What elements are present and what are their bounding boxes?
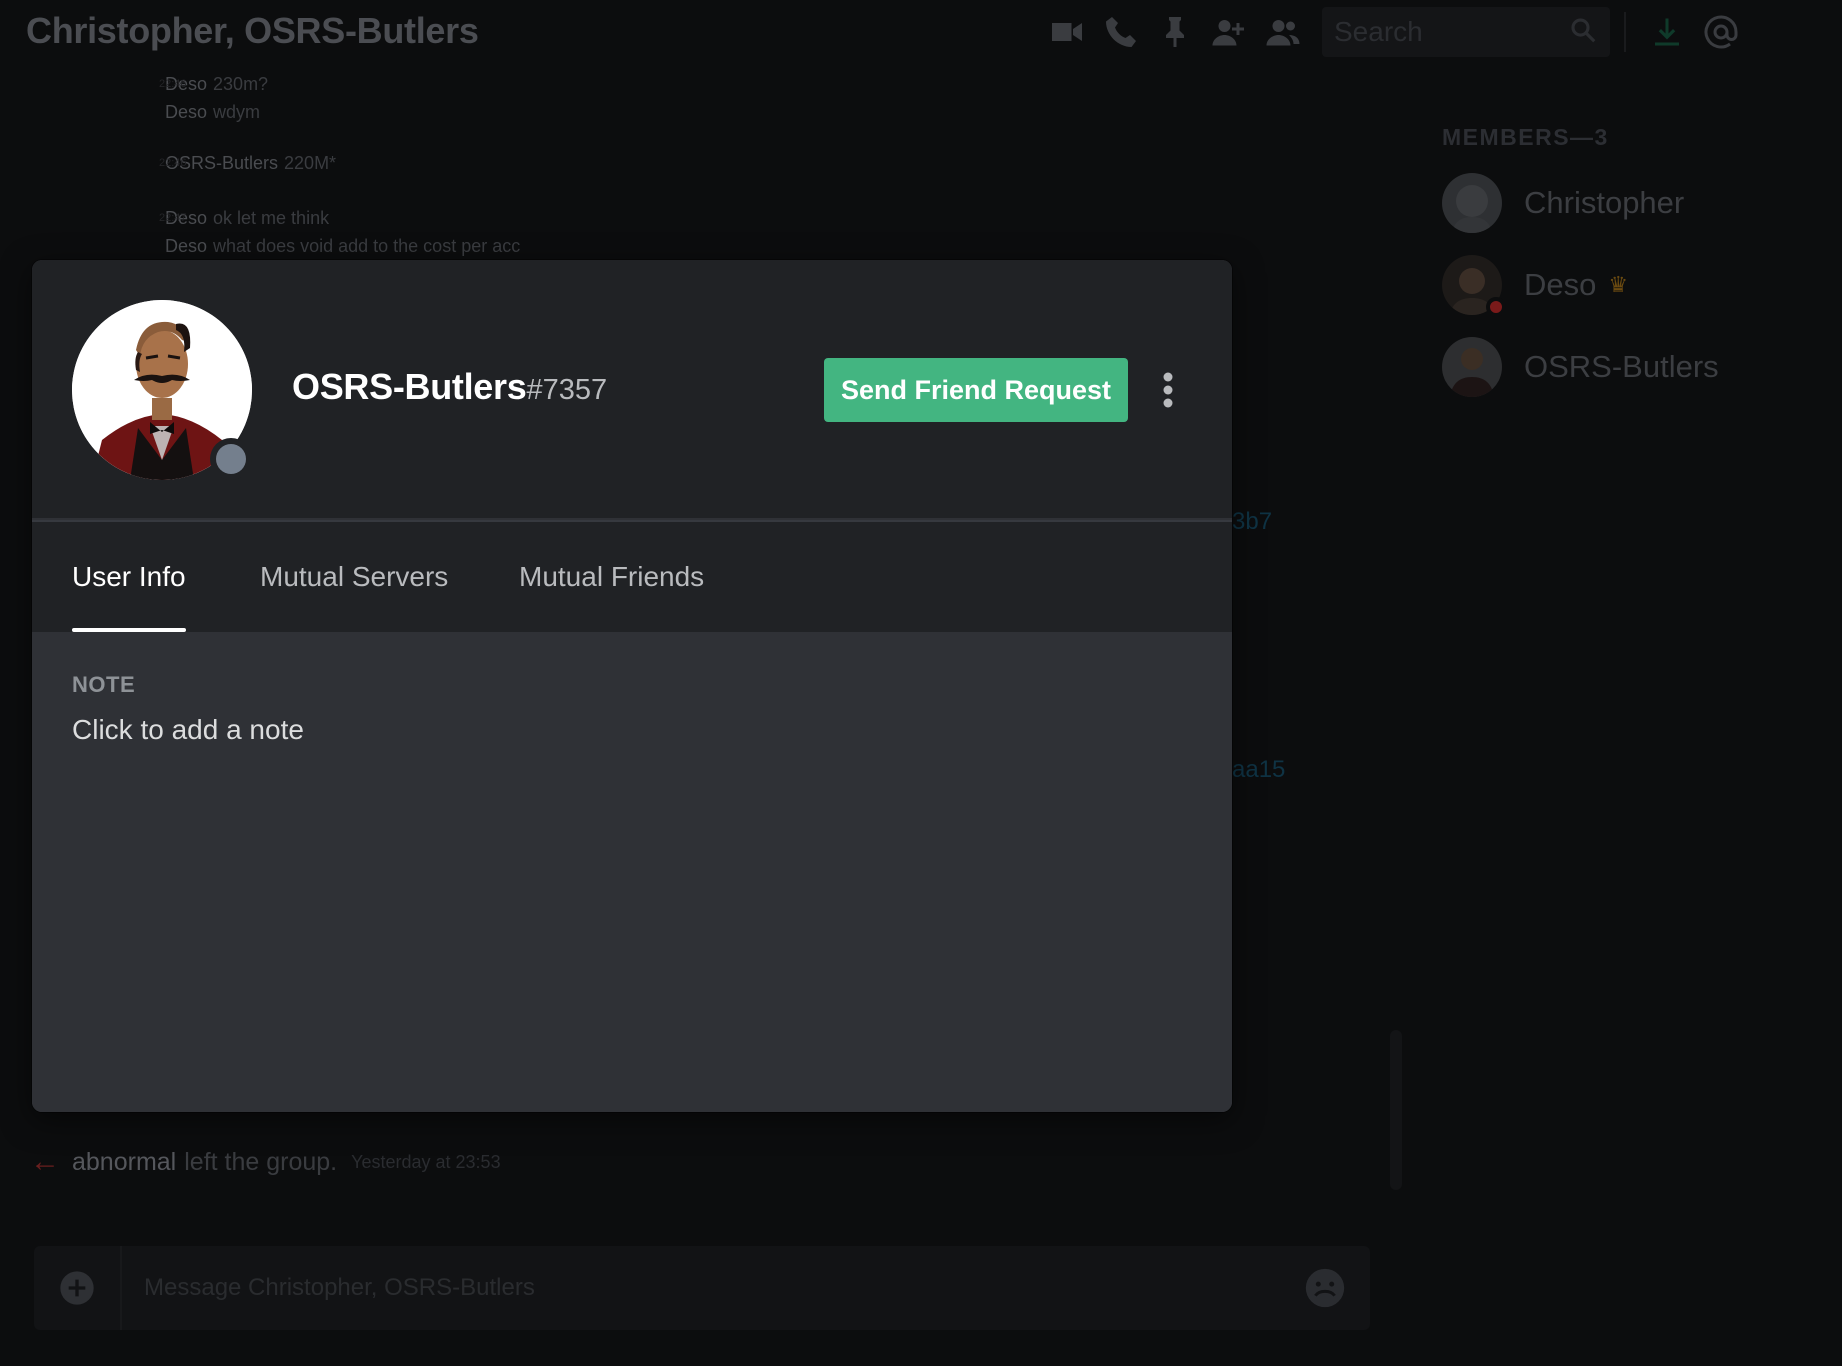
member-name: Deso	[1524, 267, 1597, 302]
member-list: MEMBERS—3 Christopher Deso ♛ OSRS-Butler…	[1420, 62, 1842, 1366]
message-text: wdym	[213, 102, 261, 122]
member-name: OSRS-Butlers	[1524, 349, 1719, 384]
member-osrs-butlers[interactable]: OSRS-Butlers	[1442, 336, 1719, 398]
profile-discriminator: #7357	[526, 374, 608, 406]
members-header: MEMBERS—3	[1442, 124, 1609, 150]
member-name: Christopher	[1524, 185, 1685, 220]
message-timestamp: 22:46	[159, 157, 187, 169]
mention-icon[interactable]	[1694, 10, 1748, 54]
download-icon[interactable]	[1640, 10, 1694, 54]
tab-user-info[interactable]: User Info	[72, 522, 186, 632]
scrollbar[interactable]	[1390, 1030, 1402, 1190]
user-info-panel: NOTE Click to add a note	[32, 632, 1232, 1112]
member-list-icon[interactable]	[1256, 10, 1310, 54]
user-profile-modal: OSRS-Butlers #7357 Send Friend Request Us…	[32, 260, 1232, 1112]
message: Deso what does void add to the cost per a…	[165, 232, 520, 260]
video-call-icon[interactable]	[1040, 10, 1094, 54]
header-toolbar: Search	[1040, 7, 1748, 57]
profile-header: OSRS-Butlers #7357 Send Friend Request	[32, 260, 1232, 520]
profile-tabs: User Info Mutual Servers Mutual Friends	[32, 522, 1232, 632]
tab-label: Mutual Servers	[260, 561, 449, 592]
message-composer: Message Christopher, OSRS-Butlers	[34, 1246, 1370, 1330]
system-message: ← abnormal left the group. Yesterday at …	[30, 1145, 501, 1179]
message-timestamp: 22:46	[159, 78, 187, 90]
message-link[interactable]: 3b7	[1232, 508, 1272, 536]
offline-status-icon	[210, 438, 252, 480]
dnd-status-icon	[1486, 297, 1506, 317]
add-friend-icon[interactable]	[1202, 10, 1256, 54]
search-icon	[1568, 15, 1598, 50]
note-label: NOTE	[72, 672, 136, 697]
tab-label: Mutual Friends	[519, 561, 705, 592]
message-group: 22:46 Deso 230m? Deso wdym	[159, 70, 269, 126]
search-input[interactable]: Search	[1334, 16, 1568, 48]
message-text: what does void add to the cost per acc	[213, 236, 521, 256]
message-input[interactable]: Message Christopher, OSRS-Butlers	[122, 1274, 1280, 1302]
avatar	[1442, 337, 1502, 397]
plus-circle-icon	[60, 1271, 94, 1305]
profile-name-tag: OSRS-Butlers #7357	[292, 366, 607, 408]
upload-button[interactable]	[34, 1246, 122, 1330]
system-message-timestamp: Yesterday at 23:53	[351, 1151, 501, 1172]
message-text: 220M*	[284, 153, 337, 173]
emoji-button[interactable]	[1280, 1265, 1370, 1311]
message: 22:47 Deso ok let me think	[159, 204, 520, 232]
pin-icon[interactable]	[1148, 10, 1202, 54]
note-input[interactable]: Click to add a note	[72, 714, 304, 746]
profile-avatar	[72, 300, 252, 480]
message: 22:46 Deso 230m?	[159, 70, 269, 98]
profile-username: OSRS-Butlers	[292, 366, 527, 407]
toolbar-divider	[1624, 12, 1626, 52]
message: 22:46 OSRS-Butlers 220M*	[159, 149, 337, 177]
message-text: ok let me think	[213, 208, 330, 228]
system-message-text: left the group.	[184, 1147, 338, 1176]
voice-call-icon[interactable]	[1094, 10, 1148, 54]
member-christopher[interactable]: Christopher	[1442, 172, 1684, 234]
system-message-user[interactable]: abnormal	[72, 1148, 176, 1177]
message: Deso wdym	[165, 98, 268, 126]
search-bar[interactable]: Search	[1322, 7, 1610, 57]
channel-header: Christopher, OSRS-Butlers Search	[0, 0, 1842, 62]
message-group: 22:46 OSRS-Butlers 220M*	[159, 149, 337, 177]
tab-mutual-friends[interactable]: Mutual Friends	[519, 522, 704, 632]
more-options-button[interactable]	[1150, 368, 1186, 412]
kebab-menu-icon	[1163, 372, 1173, 408]
owner-crown-icon: ♛	[1608, 272, 1629, 297]
message-timestamp: 22:47	[159, 212, 187, 224]
message-link[interactable]: aa15	[1232, 756, 1285, 784]
left-arrow-icon: ←	[30, 1145, 60, 1178]
message-text: 230m?	[213, 74, 269, 94]
message-author[interactable]: Deso	[165, 236, 207, 256]
member-deso[interactable]: Deso ♛	[1442, 254, 1629, 317]
tab-label: User Info	[72, 561, 186, 592]
avatar	[1442, 255, 1506, 317]
emoji-icon	[1305, 1268, 1345, 1308]
send-friend-request-button[interactable]: Send Friend Request	[824, 358, 1128, 422]
channel-title: Christopher, OSRS-Butlers	[26, 10, 479, 51]
message-group: 22:47 Deso ok let me think Deso what does …	[159, 204, 520, 260]
message-author[interactable]: Deso	[165, 102, 207, 122]
tab-mutual-servers[interactable]: Mutual Servers	[260, 522, 448, 632]
avatar	[1442, 173, 1502, 233]
